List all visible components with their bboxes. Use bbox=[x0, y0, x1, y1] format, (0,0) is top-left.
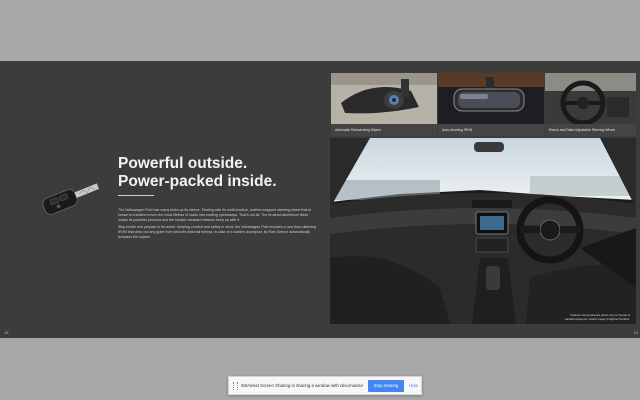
mirror-photo-icon bbox=[438, 73, 544, 124]
thumbnail-rain-sensor: Automatic Rainsensing Wipers bbox=[331, 73, 437, 136]
body-paragraph: Step inside and prepare to be awed. Keep… bbox=[118, 225, 317, 239]
headline-line-1: Powerful outside. bbox=[118, 155, 248, 172]
screen-share-bar: IMIAssist Screen Sharing is sharing a wi… bbox=[228, 376, 422, 395]
thumbnail-caption: Automatic Rainsensing Wipers bbox=[331, 124, 437, 136]
drag-handle-icon[interactable] bbox=[233, 382, 238, 390]
headline-divider bbox=[118, 195, 154, 196]
steering-wheel-photo-icon bbox=[545, 73, 636, 124]
thumbnail-caption: Reach and Rake Adjustable Steering Wheel bbox=[545, 124, 636, 136]
headline-line-2: Power-packed inside. bbox=[118, 173, 277, 190]
stop-sharing-button[interactable]: Stop sharing bbox=[368, 380, 404, 392]
interior-photo: Features and accessories shown may not b… bbox=[330, 138, 636, 324]
body-paragraph: The Volkswagen Polo has many tricks up i… bbox=[118, 208, 311, 222]
thumbnail-irvm: Auto-dimming IRVM bbox=[438, 73, 544, 136]
page-number-left: 18 bbox=[4, 330, 9, 335]
share-message: IMIAssist Screen Sharing is sharing a wi… bbox=[241, 383, 363, 388]
brochure-spread: Powerful outside. Power-packed inside. T… bbox=[0, 61, 640, 338]
thumbnail-caption: Auto-dimming IRVM bbox=[438, 124, 544, 136]
body-copy: The Volkswagen Polo has many tricks up i… bbox=[118, 208, 318, 242]
car-key-icon bbox=[42, 183, 100, 215]
rain-sensor-photo-icon bbox=[331, 73, 437, 124]
photo-disclaimer: Features and accessories shown may not b… bbox=[564, 314, 630, 321]
thumbnail-steering: Reach and Rake Adjustable Steering Wheel bbox=[545, 73, 636, 136]
brochure-headline: Powerful outside. Power-packed inside. bbox=[118, 155, 318, 191]
interior-dashboard-photo-icon bbox=[330, 138, 636, 324]
hide-button[interactable]: Hide bbox=[409, 380, 418, 392]
page-number-right: 19 bbox=[633, 330, 638, 335]
